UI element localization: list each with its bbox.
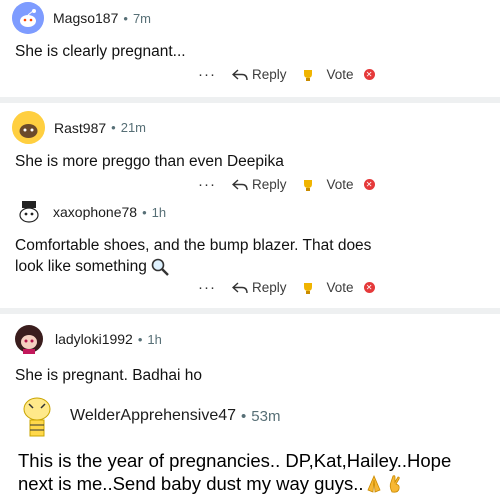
snoo-avatar-icon bbox=[15, 325, 43, 354]
upvote-trophy-icon bbox=[303, 69, 312, 81]
reply-arrow-icon bbox=[232, 281, 248, 293]
username[interactable]: xaxophone78 bbox=[53, 204, 137, 220]
separator-dot: • bbox=[241, 407, 247, 425]
separator-dot: • bbox=[137, 331, 143, 347]
reply-arrow-icon bbox=[232, 68, 248, 80]
avatar[interactable] bbox=[12, 322, 46, 356]
reply-button[interactable]: Reply bbox=[232, 280, 287, 295]
timestamp: 1h bbox=[151, 204, 167, 220]
comment-text: She is clearly pregnant... bbox=[15, 43, 186, 60]
username[interactable]: Rast987 bbox=[54, 120, 106, 136]
comment-header: xaxophone78 • 1h bbox=[14, 197, 166, 227]
more-options-button[interactable]: ··· bbox=[198, 66, 216, 83]
vote-label: Vote bbox=[326, 67, 354, 82]
snoo-avatar-icon bbox=[19, 201, 39, 223]
comment-text: She is more preggo than even Deepika bbox=[15, 153, 284, 170]
reply-button[interactable]: Reply bbox=[232, 67, 287, 82]
upvote-trophy-icon bbox=[303, 282, 312, 294]
comment-text: This is the year of pregnancies.. DP,Kat… bbox=[18, 449, 451, 495]
separator-dot: • bbox=[142, 204, 147, 220]
snoo-avatar-icon bbox=[12, 111, 45, 144]
comment-text-line: Comfortable shoes, and the bump blazer. … bbox=[15, 237, 372, 254]
timestamp: 1h bbox=[147, 331, 162, 347]
avatar[interactable] bbox=[18, 394, 56, 438]
folded-hands-emoji-icon bbox=[366, 474, 381, 493]
vote-label: Vote bbox=[326, 280, 354, 295]
vote-control[interactable]: Vote ✕ bbox=[301, 67, 375, 82]
vote-control[interactable]: Vote ✕ bbox=[301, 177, 375, 192]
timestamp: 53m bbox=[251, 407, 281, 425]
vote-control[interactable]: Vote ✕ bbox=[301, 280, 375, 295]
downvote-icon[interactable]: ✕ bbox=[363, 282, 375, 293]
comment-text: Comfortable shoes, and the bump blazer. … bbox=[15, 235, 371, 277]
comment-header: Rast987 • 21m bbox=[12, 111, 146, 144]
username[interactable]: ladyloki1992 bbox=[55, 331, 133, 347]
upvote-trophy-icon bbox=[303, 179, 312, 191]
crossed-fingers-emoji-icon bbox=[389, 474, 400, 493]
username[interactable]: Magso187 bbox=[53, 10, 118, 26]
comment-divider bbox=[0, 97, 500, 103]
comment-actions: ··· Reply Vote ✕ bbox=[198, 66, 375, 83]
comment-text-line: This is the year of pregnancies.. DP,Kat… bbox=[18, 450, 452, 471]
avatar[interactable] bbox=[12, 111, 45, 144]
reply-label: Reply bbox=[252, 177, 287, 192]
reply-label: Reply bbox=[252, 67, 287, 82]
separator-dot: • bbox=[123, 10, 128, 26]
comment-header: Magso187 • 7m bbox=[12, 2, 151, 34]
more-options-button[interactable]: ··· bbox=[198, 279, 216, 296]
reply-button[interactable]: Reply bbox=[232, 177, 287, 192]
comment-header: WelderApprehensive47 • 53m bbox=[18, 394, 280, 438]
magnifying-glass-emoji-icon bbox=[151, 258, 169, 276]
comment-header: ladyloki1992 • 1h bbox=[12, 322, 162, 356]
more-options-button[interactable]: ··· bbox=[198, 176, 216, 193]
timestamp: 7m bbox=[132, 10, 152, 26]
reply-arrow-icon bbox=[232, 178, 248, 190]
comment-actions: ··· Reply Vote ✕ bbox=[198, 176, 375, 193]
comment-actions: ··· Reply Vote ✕ bbox=[198, 279, 375, 296]
comment-text-line: look like something bbox=[15, 258, 147, 275]
comment-text: She is pregnant. Badhai ho bbox=[15, 367, 202, 384]
comment-divider bbox=[0, 308, 500, 314]
avatar[interactable] bbox=[12, 2, 44, 34]
downvote-icon[interactable]: ✕ bbox=[363, 69, 375, 80]
avatar[interactable] bbox=[14, 197, 44, 227]
snoo-avatar-icon bbox=[12, 2, 44, 34]
timestamp: 21m bbox=[120, 120, 147, 135]
vote-label: Vote bbox=[326, 177, 354, 192]
downvote-icon[interactable]: ✕ bbox=[363, 179, 375, 190]
username[interactable]: WelderApprehensive47 bbox=[70, 407, 236, 425]
snoo-avatar-icon bbox=[23, 397, 51, 437]
comment-text-line: next is me..Send baby dust my way guys.. bbox=[18, 473, 364, 494]
separator-dot: • bbox=[111, 120, 116, 135]
reply-label: Reply bbox=[252, 280, 287, 295]
